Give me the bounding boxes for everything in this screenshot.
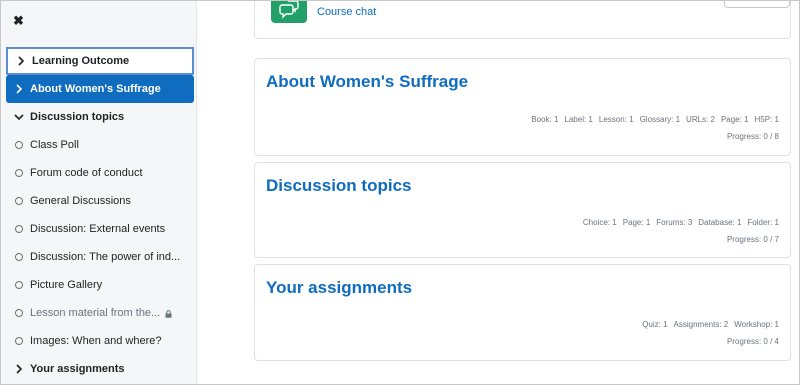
section-title[interactable]: Your assignments xyxy=(266,278,412,298)
sidebar-item-label: Discussion: External events xyxy=(30,223,166,235)
count-item: Forums: 3 xyxy=(656,218,693,227)
course-index-drawer: ✖ Learning Outcome About Women's Suffrag… xyxy=(1,1,197,384)
sidebar-item-label: General Discussions xyxy=(30,195,131,207)
count-item: Lesson: 1 xyxy=(598,115,634,124)
sidebar-item-label: Your assignments xyxy=(30,363,125,375)
count-item: Page: 1 xyxy=(622,218,651,227)
sidebar-item-picture-gallery[interactable]: Picture Gallery xyxy=(6,271,194,299)
sidebar-item-learning-outcome[interactable]: Learning Outcome xyxy=(6,47,194,75)
count-item: Database: 1 xyxy=(698,218,742,227)
completion-circle-icon xyxy=(15,141,23,149)
section-card-your-assignments: Your assignments Quiz: 1 Assignments: 2 Wo… xyxy=(254,264,791,361)
sidebar-item-label: Forum code of conduct xyxy=(30,167,143,179)
sidebar-item-label: Lesson material from the... xyxy=(30,307,161,319)
completion-circle-icon xyxy=(15,337,23,345)
completion-circle-icon xyxy=(15,225,23,233)
chevron-right-icon[interactable] xyxy=(16,56,26,66)
section-title[interactable]: Discussion topics xyxy=(266,176,411,196)
course-index: Learning Outcome About Women's Suffrage … xyxy=(6,47,194,383)
sidebar-item-label: Discussion: The power of ind... xyxy=(30,251,181,263)
activity-counts: Quiz: 1 Assignments: 2 Workshop: 1 xyxy=(636,320,779,329)
activity-counts: Choice: 1 Page: 1 Forums: 3 Database: 1 Fold… xyxy=(577,218,779,227)
sidebar-item-class-poll[interactable]: Class Poll xyxy=(6,131,194,159)
sidebar-item-discussion-topics[interactable]: Discussion topics xyxy=(6,103,194,131)
app-frame: ✖ Learning Outcome About Women's Suffrag… xyxy=(0,0,800,385)
section-card-discussion-topics: Discussion topics Choice: 1 Page: 1 Forums… xyxy=(254,162,791,258)
sidebar-item-your-assignments[interactable]: Your assignments xyxy=(6,355,194,383)
count-item: H5P: 1 xyxy=(754,115,779,124)
sidebar-item-label: Discussion topics xyxy=(30,111,125,123)
lock-icon xyxy=(165,310,172,318)
sidebar-item-label: Picture Gallery xyxy=(30,279,103,291)
count-item: Label: 1 xyxy=(564,115,593,124)
chat-icon[interactable] xyxy=(271,1,307,23)
speech-bubbles-icon xyxy=(279,1,299,19)
course-chat-link[interactable]: Course chat xyxy=(317,6,376,18)
completion-circle-icon xyxy=(15,253,23,261)
count-item: Folder: 1 xyxy=(747,218,779,227)
completion-circle-icon xyxy=(15,281,23,289)
sidebar-item-label: Images: When and where? xyxy=(30,335,162,347)
top-card-button[interactable] xyxy=(724,1,790,8)
sidebar-item-label: Class Poll xyxy=(30,139,79,151)
sidebar-item-general-discussions[interactable]: General Discussions xyxy=(6,187,194,215)
sidebar-item-label: About Women's Suffrage xyxy=(30,83,161,95)
chevron-right-icon[interactable] xyxy=(14,84,24,94)
progress-text: Progress: 0 / 7 xyxy=(726,235,779,244)
sidebar-item-lesson-material[interactable]: Lesson material from the... xyxy=(6,299,194,327)
sidebar-item-images-when-where[interactable]: Images: When and where? xyxy=(6,327,194,355)
count-item: URLs: 2 xyxy=(686,115,715,124)
section-card-about-womens-suffrage: About Women's Suffrage Book: 1 Label: 1 Le… xyxy=(254,58,791,156)
completion-circle-icon xyxy=(15,169,23,177)
section-title[interactable]: About Women's Suffrage xyxy=(266,72,468,92)
close-drawer-icon[interactable]: ✖ xyxy=(13,14,25,28)
count-item: Workshop: 1 xyxy=(734,320,779,329)
course-content: Course chat About Women's Suffrage Book:… xyxy=(197,1,799,384)
sidebar-item-about-womens-suffrage[interactable]: About Women's Suffrage xyxy=(6,75,194,103)
completion-circle-icon xyxy=(15,197,23,205)
sidebar-item-label: Learning Outcome xyxy=(32,55,130,67)
sidebar-item-forum-code-of-conduct[interactable]: Forum code of conduct xyxy=(6,159,194,187)
progress-text: Progress: 0 / 8 xyxy=(726,132,779,141)
sidebar-item-discussion-external-events[interactable]: Discussion: External events xyxy=(6,215,194,243)
chevron-down-icon[interactable] xyxy=(14,112,24,122)
chevron-right-icon[interactable] xyxy=(14,364,24,374)
count-item: Quiz: 1 xyxy=(642,320,668,329)
count-item: Page: 1 xyxy=(720,115,749,124)
count-item: Glossary: 1 xyxy=(639,115,681,124)
progress-text: Progress: 0 / 4 xyxy=(726,337,779,346)
completion-circle-icon xyxy=(15,309,23,317)
count-item: Book: 1 xyxy=(531,115,559,124)
sidebar-item-discussion-power[interactable]: Discussion: The power of ind... xyxy=(6,243,194,271)
count-item: Choice: 1 xyxy=(582,218,617,227)
count-item: Assignments: 2 xyxy=(673,320,729,329)
activity-counts: Book: 1 Label: 1 Lesson: 1 Glossary: 1 URLs:… xyxy=(525,115,779,124)
course-chat-card: Course chat xyxy=(254,1,791,39)
